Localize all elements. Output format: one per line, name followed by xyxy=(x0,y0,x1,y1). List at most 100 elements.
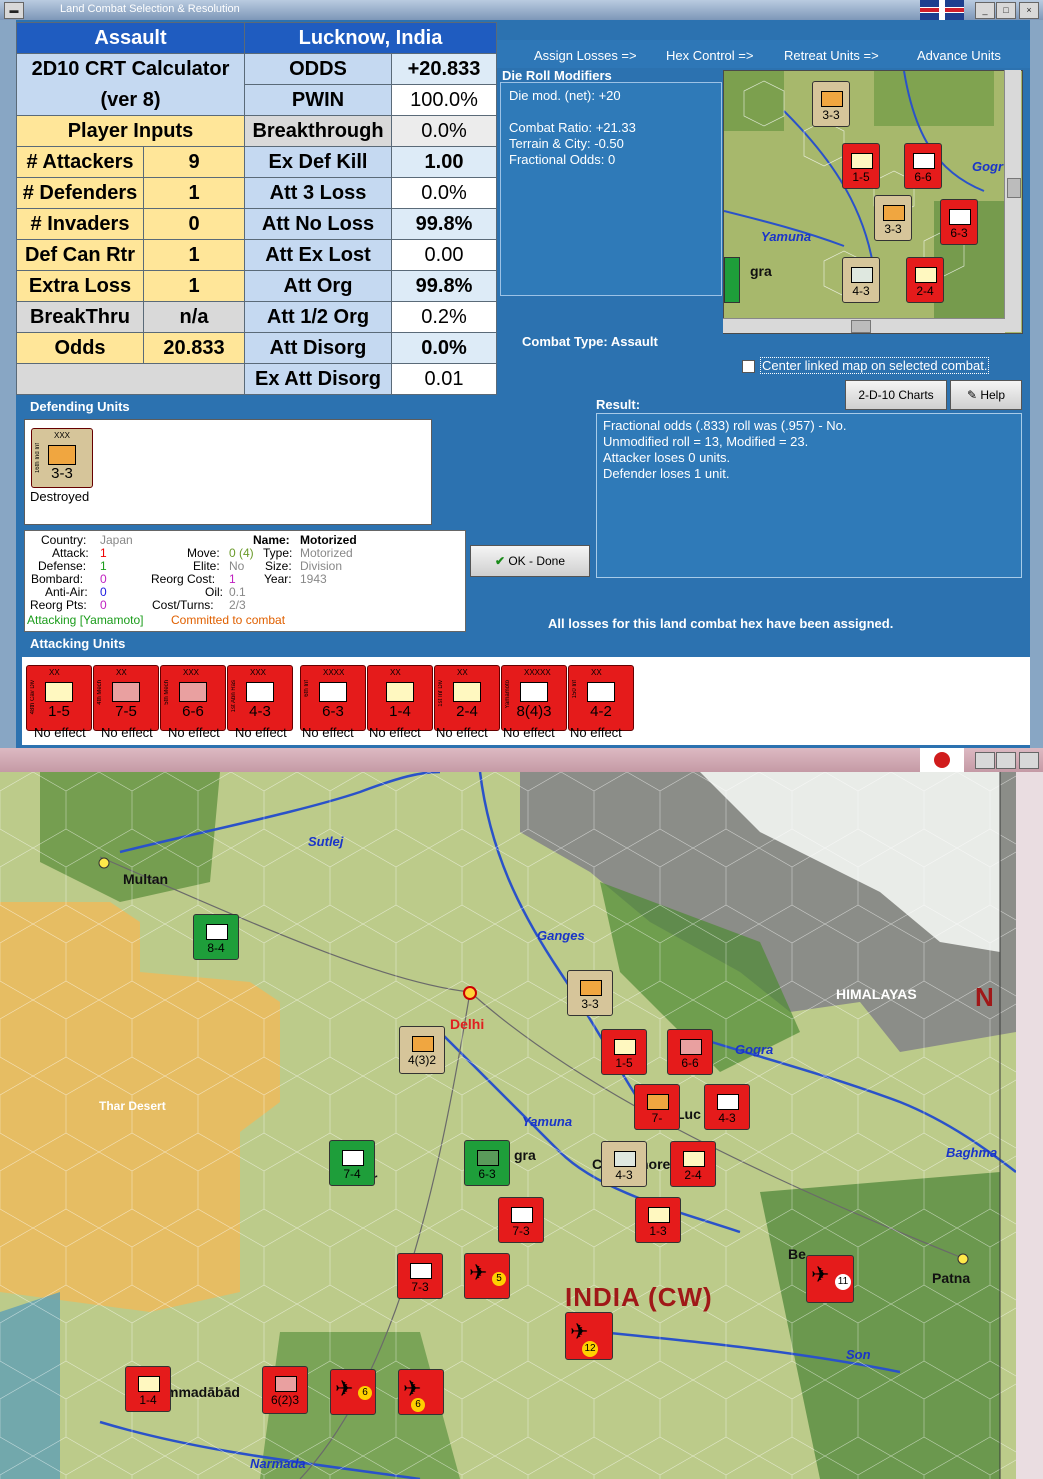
input-value[interactable]: 0 xyxy=(143,208,245,240)
map-unit-counter[interactable]: 1-4 xyxy=(125,1366,171,1412)
map-unit-counter[interactable]: 8-4 xyxy=(193,914,239,960)
map-unit-counter[interactable]: 7-3 xyxy=(397,1253,443,1299)
map-unit-counter[interactable]: 7-4 xyxy=(329,1140,375,1186)
assign-losses-link[interactable]: Assign Losses => xyxy=(534,48,637,63)
die-roll-line: Terrain & City: -0.50 xyxy=(509,136,624,151)
map-unit-stat: 2-4 xyxy=(684,1168,702,1182)
input-value[interactable]: 1 xyxy=(143,239,245,271)
map-close-button[interactable] xyxy=(1019,752,1039,769)
minimap-label-gogra: Gogr xyxy=(972,159,1004,174)
map-combat-stack[interactable]: 7- xyxy=(634,1084,680,1130)
close-button[interactable]: × xyxy=(1019,2,1039,19)
system-menu-button[interactable]: ▬ xyxy=(4,2,24,19)
help-button[interactable]: ✎ Help xyxy=(950,380,1022,410)
minimap-counter[interactable]: 3-3 xyxy=(812,81,850,127)
attacking-unit-counter[interactable]: XXXXX Yamamoto 8(4)3 xyxy=(501,665,567,731)
map-unit-counter[interactable]: 3-3 xyxy=(567,970,613,1016)
help-label: Help xyxy=(980,388,1006,402)
result-line: Fractional odds (.833) roll was (.957) -… xyxy=(603,418,847,433)
input-value[interactable]: 9 xyxy=(143,146,245,178)
advance-units-link[interactable]: Advance Units xyxy=(917,48,1001,63)
map-unit-counter[interactable]: 4-3 xyxy=(601,1141,647,1187)
minimap-counter[interactable]: 2-4 xyxy=(906,257,944,303)
unit-size: XXX xyxy=(183,668,200,677)
minimap-counter[interactable]: 6-6 xyxy=(904,143,942,189)
minimap-vscroll-thumb[interactable] xyxy=(1007,178,1021,198)
minimap-hscroll-thumb[interactable] xyxy=(851,320,871,333)
center-linked-checkbox[interactable] xyxy=(742,360,755,373)
input-value[interactable]: 1 xyxy=(143,270,245,302)
map-unit-stat: 4(3)2 xyxy=(407,1053,436,1067)
main-map[interactable]: Sutlej Ganges Gogra Yamuna Son Narmada B… xyxy=(0,772,1016,1479)
attacking-unit-counter[interactable]: XX 1st Inf Div 2-4 xyxy=(434,665,500,731)
minimap-counter[interactable]: 1-5 xyxy=(842,143,880,189)
calc-label: Att Ex Lost xyxy=(244,239,392,271)
hex-control-link[interactable]: Hex Control => xyxy=(666,48,753,63)
map-unit-counter[interactable]: 4(3)2 xyxy=(399,1026,445,1074)
map-unit-counter[interactable]: 4-3 xyxy=(704,1084,750,1130)
map-unit-stat: 3-3 xyxy=(581,997,599,1011)
air-unit-counter[interactable]: ✈ 12 xyxy=(565,1312,613,1360)
unit-name: 5th Mech xyxy=(164,680,170,705)
map-unit-stat: 6-6 xyxy=(681,1056,699,1070)
minimap-counter[interactable]: 6-3 xyxy=(940,199,978,245)
minimap-vertical-scrollbar[interactable] xyxy=(1004,70,1021,332)
charts-button[interactable]: 2-D-10 Charts xyxy=(845,380,947,410)
map-maximize-button[interactable] xyxy=(996,752,1016,769)
map-unit-counter[interactable]: 7-3 xyxy=(498,1197,544,1243)
defending-unit-counter[interactable]: XXX 16th Ind Inf 3-3 xyxy=(31,428,93,488)
defending-unit-status: Destroyed xyxy=(30,489,90,504)
minimize-button[interactable]: _ xyxy=(975,2,995,19)
input-value[interactable]: 1 xyxy=(143,177,245,209)
attacking-unit-result: No effect xyxy=(369,725,421,740)
input-label: # Invaders xyxy=(16,208,144,240)
air-unit-counter[interactable]: ✈ 6 xyxy=(330,1369,376,1415)
map-minimize-button[interactable] xyxy=(975,752,995,769)
map-unit-counter[interactable]: 1-5 xyxy=(601,1029,647,1075)
retreat-units-link[interactable]: Retreat Units => xyxy=(784,48,879,63)
maximize-button[interactable]: □ xyxy=(996,2,1016,19)
minimap-horizontal-scrollbar[interactable] xyxy=(723,318,1005,333)
linked-minimap[interactable]: Yamuna Gogr gra 3-3 1-5 6-6 3-3 6-3 4-3 … xyxy=(723,70,1023,334)
calc-value: 0.0% xyxy=(391,332,497,364)
calc-label: Ex Def Kill xyxy=(244,146,392,178)
minimap-counter[interactable]: 4-3 xyxy=(842,257,880,303)
attacking-unit-result: No effect xyxy=(302,725,354,740)
map-label-river: Gogra xyxy=(735,1042,774,1057)
attacking-unit-counter[interactable]: XX 4th Mech 7-5 xyxy=(93,665,159,731)
airborne-symbol-icon xyxy=(246,682,274,702)
mech-symbol-icon xyxy=(112,682,140,702)
unit-size: XX xyxy=(49,668,60,677)
attacking-unit-counter[interactable]: XXXX 6th Inf 6-3 xyxy=(300,665,366,731)
attacking-unit-counter[interactable]: XXX 1st Abn Ras 4-3 xyxy=(227,665,293,731)
air-unit-counter[interactable]: ✈ 5 xyxy=(464,1253,510,1299)
air-unit-counter[interactable]: ✈ 11 xyxy=(806,1255,854,1303)
map-unit-stat: 7-4 xyxy=(343,1167,361,1181)
minimap-counter-selected[interactable]: 3-3 xyxy=(874,195,912,241)
die-roll-line: Die mod. (net): +20 xyxy=(509,88,621,103)
center-linked-label[interactable]: Center linked map on selected combat. xyxy=(760,357,990,374)
attacking-unit-counter[interactable]: XX 1-4 xyxy=(367,665,433,731)
aircraft-icon: ✈ xyxy=(469,1260,488,1285)
map-unit-counter[interactable]: 6-3 xyxy=(464,1140,510,1186)
result-title: Result: xyxy=(596,397,641,412)
map-unit-counter[interactable]: 2-4 xyxy=(670,1141,716,1187)
calc-label: PWIN xyxy=(244,84,392,116)
map-right-border xyxy=(1016,772,1043,1479)
info-year-label: Year: xyxy=(264,572,292,586)
attacking-unit-counter[interactable]: XXX 5th Mech 6-6 xyxy=(160,665,226,731)
calc-label: Att No Loss xyxy=(244,208,392,240)
map-unit-counter[interactable]: 6-6 xyxy=(667,1029,713,1075)
info-attack-value: 1 xyxy=(100,546,107,560)
map-unit-counter[interactable]: 6(2)3 xyxy=(262,1366,308,1414)
attacking-unit-counter[interactable]: XX 48th Cav Div 1-5 xyxy=(26,665,92,731)
japan-flag-icon xyxy=(920,748,964,772)
ok-done-button[interactable]: ✔ OK - Done xyxy=(470,545,590,577)
calc-value: 99.8% xyxy=(391,208,497,240)
air-unit-counter[interactable]: ✈ 6 xyxy=(398,1369,444,1415)
attacking-unit-counter[interactable]: XX 150 Inf 4-2 xyxy=(568,665,634,731)
die-roll-line: Combat Ratio: +21.33 xyxy=(509,120,636,135)
minimap-counter-stat: 3-3 xyxy=(822,108,840,122)
map-unit-counter[interactable]: 1-3 xyxy=(635,1197,681,1243)
minimap-counter-partial[interactable] xyxy=(724,257,740,303)
